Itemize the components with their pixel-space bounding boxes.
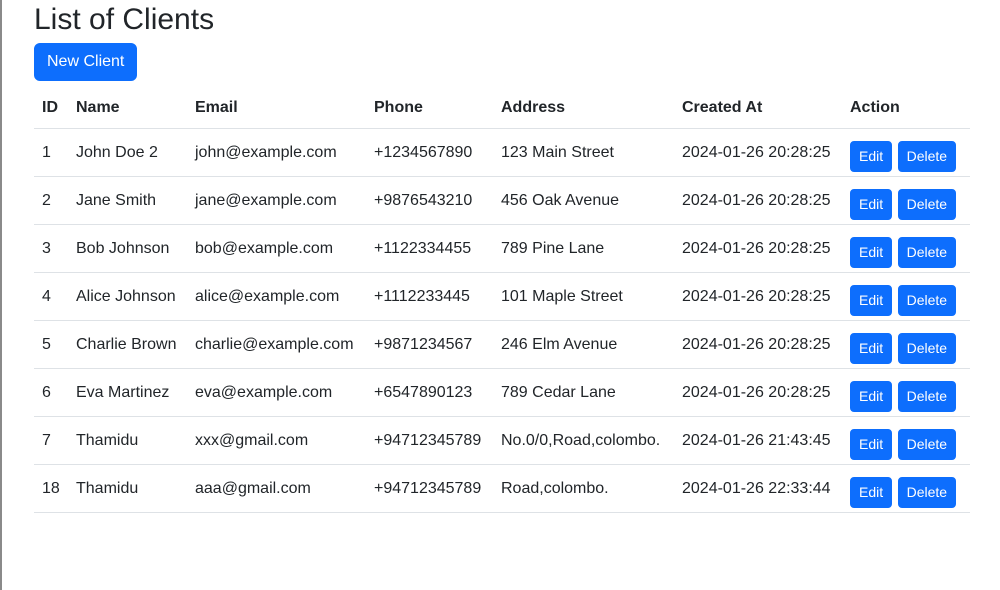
column-header-action: Action bbox=[842, 88, 970, 129]
cell-actions: Edit Delete bbox=[842, 272, 970, 321]
cell-email: eva@example.com bbox=[187, 368, 366, 417]
edit-button[interactable]: Edit bbox=[850, 141, 893, 172]
cell-name: Thamidu bbox=[68, 416, 187, 465]
cell-created-at: 2024-01-26 20:28:25 bbox=[674, 272, 842, 321]
column-header-name: Name bbox=[68, 88, 187, 129]
delete-button[interactable]: Delete bbox=[897, 285, 957, 316]
cell-email: charlie@example.com bbox=[187, 320, 366, 369]
cell-address: 456 Oak Avenue bbox=[493, 176, 674, 225]
cell-created-at: 2024-01-26 20:28:25 bbox=[674, 224, 842, 273]
table-row: 1 John Doe 2 john@example.com +123456789… bbox=[34, 128, 970, 177]
table-row: 3 Bob Johnson bob@example.com +112233445… bbox=[34, 224, 970, 273]
cell-id: 4 bbox=[34, 272, 68, 321]
cell-created-at: 2024-01-26 20:28:25 bbox=[674, 368, 842, 417]
cell-created-at: 2024-01-26 21:43:45 bbox=[674, 416, 842, 465]
cell-name: Jane Smith bbox=[68, 176, 187, 225]
column-header-phone: Phone bbox=[366, 88, 493, 129]
table-row: 6 Eva Martinez eva@example.com +65478901… bbox=[34, 368, 970, 417]
cell-created-at: 2024-01-26 20:28:25 bbox=[674, 128, 842, 177]
table-row: 5 Charlie Brown charlie@example.com +987… bbox=[34, 320, 970, 369]
delete-button[interactable]: Delete bbox=[897, 189, 957, 220]
cell-email: xxx@gmail.com bbox=[187, 416, 366, 465]
cell-id: 1 bbox=[34, 128, 68, 177]
cell-actions: Edit Delete bbox=[842, 464, 970, 513]
edit-button[interactable]: Edit bbox=[850, 285, 893, 316]
delete-button[interactable]: Delete bbox=[897, 333, 957, 364]
cell-name: Eva Martinez bbox=[68, 368, 187, 417]
cell-address: 789 Cedar Lane bbox=[493, 368, 674, 417]
cell-email: john@example.com bbox=[187, 128, 366, 177]
cell-name: Alice Johnson bbox=[68, 272, 187, 321]
cell-actions: Edit Delete bbox=[842, 224, 970, 273]
cell-actions: Edit Delete bbox=[842, 128, 970, 177]
delete-button[interactable]: Delete bbox=[897, 477, 957, 508]
cell-actions: Edit Delete bbox=[842, 176, 970, 225]
cell-phone: +1122334455 bbox=[366, 224, 493, 273]
column-header-id: ID bbox=[34, 88, 68, 129]
cell-email: jane@example.com bbox=[187, 176, 366, 225]
delete-button[interactable]: Delete bbox=[897, 429, 957, 460]
cell-name: Thamidu bbox=[68, 464, 187, 513]
clients-table: ID Name Email Phone Address Created At A… bbox=[34, 88, 970, 513]
cell-actions: Edit Delete bbox=[842, 320, 970, 369]
table-header-row: ID Name Email Phone Address Created At A… bbox=[34, 88, 970, 129]
cell-address: Road,colombo. bbox=[493, 464, 674, 513]
cell-phone: +9871234567 bbox=[366, 320, 493, 369]
cell-phone: +9876543210 bbox=[366, 176, 493, 225]
edit-button[interactable]: Edit bbox=[850, 477, 893, 508]
cell-actions: Edit Delete bbox=[842, 368, 970, 417]
cell-name: John Doe 2 bbox=[68, 128, 187, 177]
edit-button[interactable]: Edit bbox=[850, 237, 893, 268]
cell-phone: +1112233445 bbox=[366, 272, 493, 321]
table-row: 4 Alice Johnson alice@example.com +11122… bbox=[34, 272, 970, 321]
cell-address: 789 Pine Lane bbox=[493, 224, 674, 273]
cell-id: 2 bbox=[34, 176, 68, 225]
cell-created-at: 2024-01-26 20:28:25 bbox=[674, 320, 842, 369]
cell-created-at: 2024-01-26 20:28:25 bbox=[674, 176, 842, 225]
cell-phone: +6547890123 bbox=[366, 368, 493, 417]
cell-address: 123 Main Street bbox=[493, 128, 674, 177]
cell-id: 6 bbox=[34, 368, 68, 417]
cell-created-at: 2024-01-26 22:33:44 bbox=[674, 464, 842, 513]
page-title: List of Clients bbox=[34, 3, 215, 36]
cell-email: alice@example.com bbox=[187, 272, 366, 321]
cell-address: 246 Elm Avenue bbox=[493, 320, 674, 369]
edit-button[interactable]: Edit bbox=[850, 189, 893, 220]
edit-button[interactable]: Edit bbox=[850, 333, 893, 364]
cell-id: 7 bbox=[34, 416, 68, 465]
cell-phone: +94712345789 bbox=[366, 464, 493, 513]
delete-button[interactable]: Delete bbox=[897, 141, 957, 172]
cell-phone: +94712345789 bbox=[366, 416, 493, 465]
column-header-email: Email bbox=[187, 88, 366, 129]
cell-actions: Edit Delete bbox=[842, 416, 970, 465]
cell-id: 5 bbox=[34, 320, 68, 369]
edit-button[interactable]: Edit bbox=[850, 381, 893, 412]
cell-phone: +1234567890 bbox=[366, 128, 493, 177]
main-container: List of Clients New Client ID Name Email… bbox=[34, 0, 970, 513]
edit-button[interactable]: Edit bbox=[850, 429, 893, 460]
cell-name: Bob Johnson bbox=[68, 224, 187, 273]
column-header-created-at: Created At bbox=[674, 88, 842, 129]
table-row: 2 Jane Smith jane@example.com +987654321… bbox=[34, 176, 970, 225]
window-left-border bbox=[0, 0, 2, 590]
delete-button[interactable]: Delete bbox=[897, 237, 957, 268]
table-row: 18 Thamidu aaa@gmail.com +94712345789 Ro… bbox=[34, 464, 970, 513]
cell-id: 18 bbox=[34, 464, 68, 513]
delete-button[interactable]: Delete bbox=[897, 381, 957, 412]
cell-address: No.0/0,Road,colombo. bbox=[493, 416, 674, 465]
cell-email: aaa@gmail.com bbox=[187, 464, 366, 513]
table-row: 7 Thamidu xxx@gmail.com +94712345789 No.… bbox=[34, 416, 970, 465]
column-header-address: Address bbox=[493, 88, 674, 129]
cell-email: bob@example.com bbox=[187, 224, 366, 273]
cell-id: 3 bbox=[34, 224, 68, 273]
new-client-button[interactable]: New Client bbox=[34, 43, 138, 81]
cell-address: 101 Maple Street bbox=[493, 272, 674, 321]
cell-name: Charlie Brown bbox=[68, 320, 187, 369]
